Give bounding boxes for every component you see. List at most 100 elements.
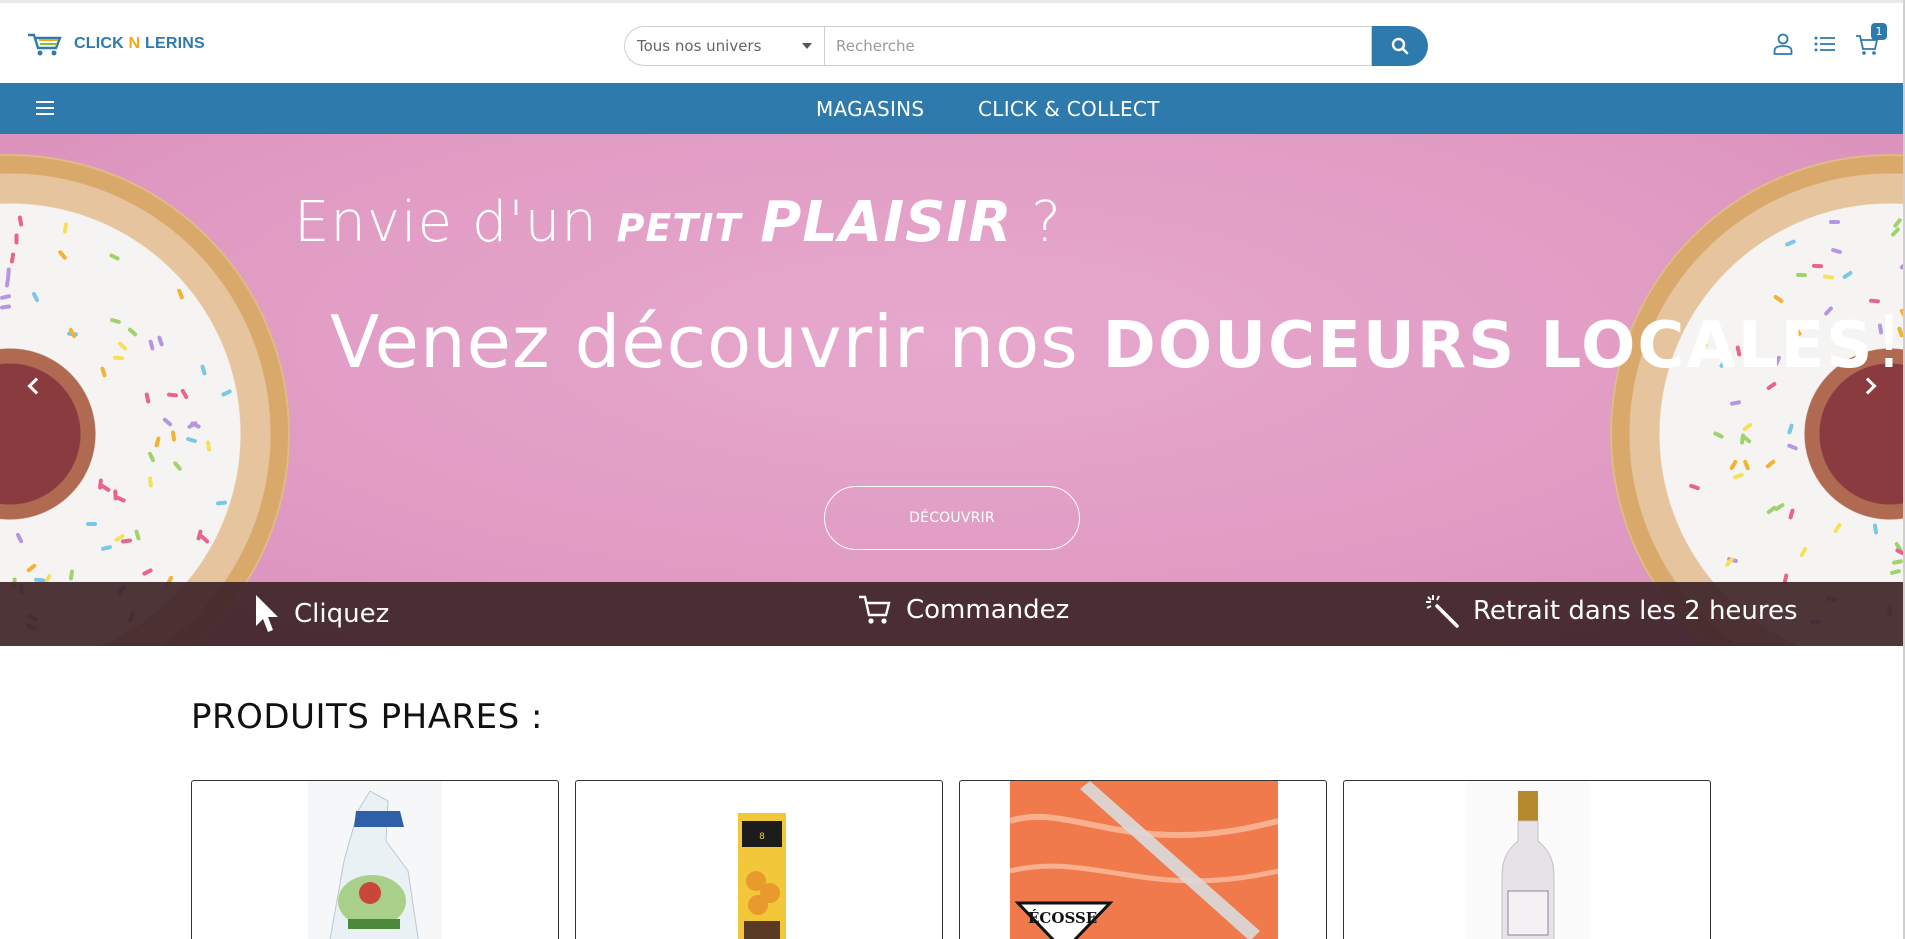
cart-count-badge: 1 bbox=[1871, 23, 1887, 40]
sprinkle-decoration bbox=[99, 366, 108, 379]
sprinkle-decoration bbox=[153, 436, 161, 449]
sprinkle-decoration bbox=[1688, 483, 1701, 491]
sprinkle-decoration bbox=[9, 252, 16, 264]
sprinkle-decoration bbox=[1786, 423, 1795, 436]
sprinkle-decoration bbox=[26, 563, 38, 574]
biscuit-pack-image: 8 bbox=[738, 813, 786, 939]
sprinkle-decoration bbox=[185, 436, 197, 444]
sprinkle-decoration bbox=[1895, 548, 1903, 557]
hero-headline-2: Venez découvrir nos DOUCEURS LOCALES! bbox=[330, 300, 1905, 384]
sprinkle-decoration bbox=[57, 249, 68, 261]
step-retrait: Retrait dans les 2 heures bbox=[1425, 594, 1798, 628]
sprinkle-decoration bbox=[180, 388, 190, 401]
sprinkle-decoration bbox=[1741, 421, 1753, 432]
sprinkle-decoration bbox=[148, 475, 154, 488]
sprinkle-decoration bbox=[1784, 238, 1797, 247]
sprinkle-decoration bbox=[1890, 227, 1902, 238]
step-commandez: Commandez bbox=[858, 594, 1069, 626]
sprinkle-decoration bbox=[114, 494, 127, 504]
sprinkle-decoration bbox=[0, 303, 11, 310]
sprinkle-decoration bbox=[116, 340, 128, 352]
sprinkle-decoration bbox=[126, 326, 138, 338]
sprinkle-decoration bbox=[31, 290, 40, 303]
featured-products-title: PRODUITS PHARES : bbox=[191, 697, 543, 737]
sprinkle-decoration bbox=[148, 339, 155, 351]
sprinkle-decoration bbox=[1822, 274, 1835, 280]
sprinkle-decoration bbox=[1832, 522, 1842, 534]
sprinkle-decoration bbox=[176, 287, 185, 300]
search-icon bbox=[1391, 37, 1409, 55]
sprinkle-decoration bbox=[15, 531, 24, 544]
sprinkle-decoration bbox=[1742, 459, 1750, 472]
main-nav: MAGASINS CLICK & COLLECT bbox=[0, 83, 1903, 134]
sprinkle-decoration bbox=[1889, 568, 1902, 575]
sprinkle-decoration bbox=[120, 538, 133, 544]
sprinkle-decoration bbox=[1728, 459, 1739, 472]
sprinkle-decoration bbox=[146, 450, 156, 463]
sprinkle-decoration bbox=[205, 440, 212, 452]
cursor-icon bbox=[256, 595, 278, 632]
nav-link-click-collect[interactable]: CLICK & COLLECT bbox=[978, 97, 1160, 121]
magic-wand-icon bbox=[1426, 595, 1459, 628]
hero-carousel: Envie d'un PETIT PLAISIR ? Venez découvr… bbox=[0, 134, 1905, 646]
sprinkle-decoration bbox=[1828, 220, 1840, 225]
sprinkle-decoration bbox=[1891, 559, 1903, 566]
sprinkle-decoration bbox=[172, 460, 183, 472]
sparkling-bottle-image bbox=[1466, 781, 1590, 939]
product-card[interactable] bbox=[191, 780, 559, 939]
sprinkle-decoration bbox=[171, 430, 177, 442]
sprinkle-decoration bbox=[1787, 507, 1795, 520]
svg-text:8: 8 bbox=[759, 832, 765, 842]
bag-product-image bbox=[308, 781, 442, 939]
sprinkle-decoration bbox=[200, 363, 207, 376]
menu-icon[interactable] bbox=[36, 101, 54, 115]
list-icon[interactable] bbox=[1814, 36, 1836, 52]
category-select[interactable]: Tous nos univers bbox=[624, 26, 824, 66]
sprinkle-decoration bbox=[62, 222, 68, 234]
sprinkle-decoration bbox=[1712, 430, 1725, 439]
site-header: CLICK N LERINS Tous nos univers Recherch… bbox=[0, 3, 1903, 83]
hero-headline-1: Envie d'un PETIT PLAISIR ? bbox=[294, 190, 1062, 255]
discover-button[interactable]: DÉCOUVRIR bbox=[824, 486, 1080, 550]
sprinkle-decoration bbox=[1799, 545, 1809, 558]
sprinkle-decoration bbox=[1732, 472, 1745, 480]
sprinkle-decoration bbox=[99, 482, 112, 493]
sprinkle-decoration bbox=[68, 568, 75, 581]
sprinkle-decoration bbox=[220, 389, 233, 398]
sprinkle-decoration bbox=[1795, 272, 1807, 278]
product-card[interactable]: ÉCOSSE bbox=[959, 780, 1327, 939]
category-select-value: Tous nos univers bbox=[637, 37, 762, 55]
sprinkle-decoration bbox=[190, 420, 202, 430]
sprinkle-decoration bbox=[133, 529, 141, 542]
sprinkle-decoration bbox=[17, 215, 24, 227]
product-card[interactable]: 8 bbox=[575, 780, 943, 939]
product-card[interactable] bbox=[1343, 780, 1711, 939]
sprinkle-decoration bbox=[1786, 443, 1799, 451]
sprinkle-decoration bbox=[100, 544, 113, 552]
sprinkle-decoration bbox=[216, 500, 228, 506]
search-input[interactable] bbox=[824, 26, 1372, 66]
sprinkle-decoration bbox=[1841, 270, 1854, 281]
sprinkle-decoration bbox=[1765, 458, 1777, 469]
brand-logo[interactable]: CLICK N LERINS bbox=[26, 31, 205, 57]
sprinkle-decoration bbox=[1872, 523, 1879, 535]
product-origin-label: ÉCOSSE bbox=[1028, 909, 1098, 927]
donut-image-left bbox=[0, 154, 290, 646]
step-cliquez: Cliquez bbox=[254, 594, 389, 634]
sprinkle-decoration bbox=[1812, 263, 1824, 269]
sprinkle-decoration bbox=[6, 266, 11, 279]
cart-icon bbox=[859, 595, 891, 624]
search-button[interactable] bbox=[1372, 26, 1428, 66]
nav-link-magasins[interactable]: MAGASINS bbox=[816, 97, 924, 121]
sprinkle-decoration bbox=[109, 317, 122, 325]
sprinkle-decoration bbox=[166, 392, 178, 398]
user-icon[interactable] bbox=[1773, 33, 1793, 55]
sprinkle-decoration bbox=[14, 233, 19, 245]
chevron-down-icon bbox=[802, 43, 812, 49]
sprinkle-decoration bbox=[144, 392, 151, 404]
sprinkle-decoration bbox=[1899, 260, 1903, 271]
sprinkle-decoration bbox=[1830, 247, 1843, 254]
sprinkle-decoration bbox=[1729, 399, 1742, 406]
sprinkle-decoration bbox=[109, 252, 121, 262]
sprinkle-decoration bbox=[112, 355, 124, 360]
